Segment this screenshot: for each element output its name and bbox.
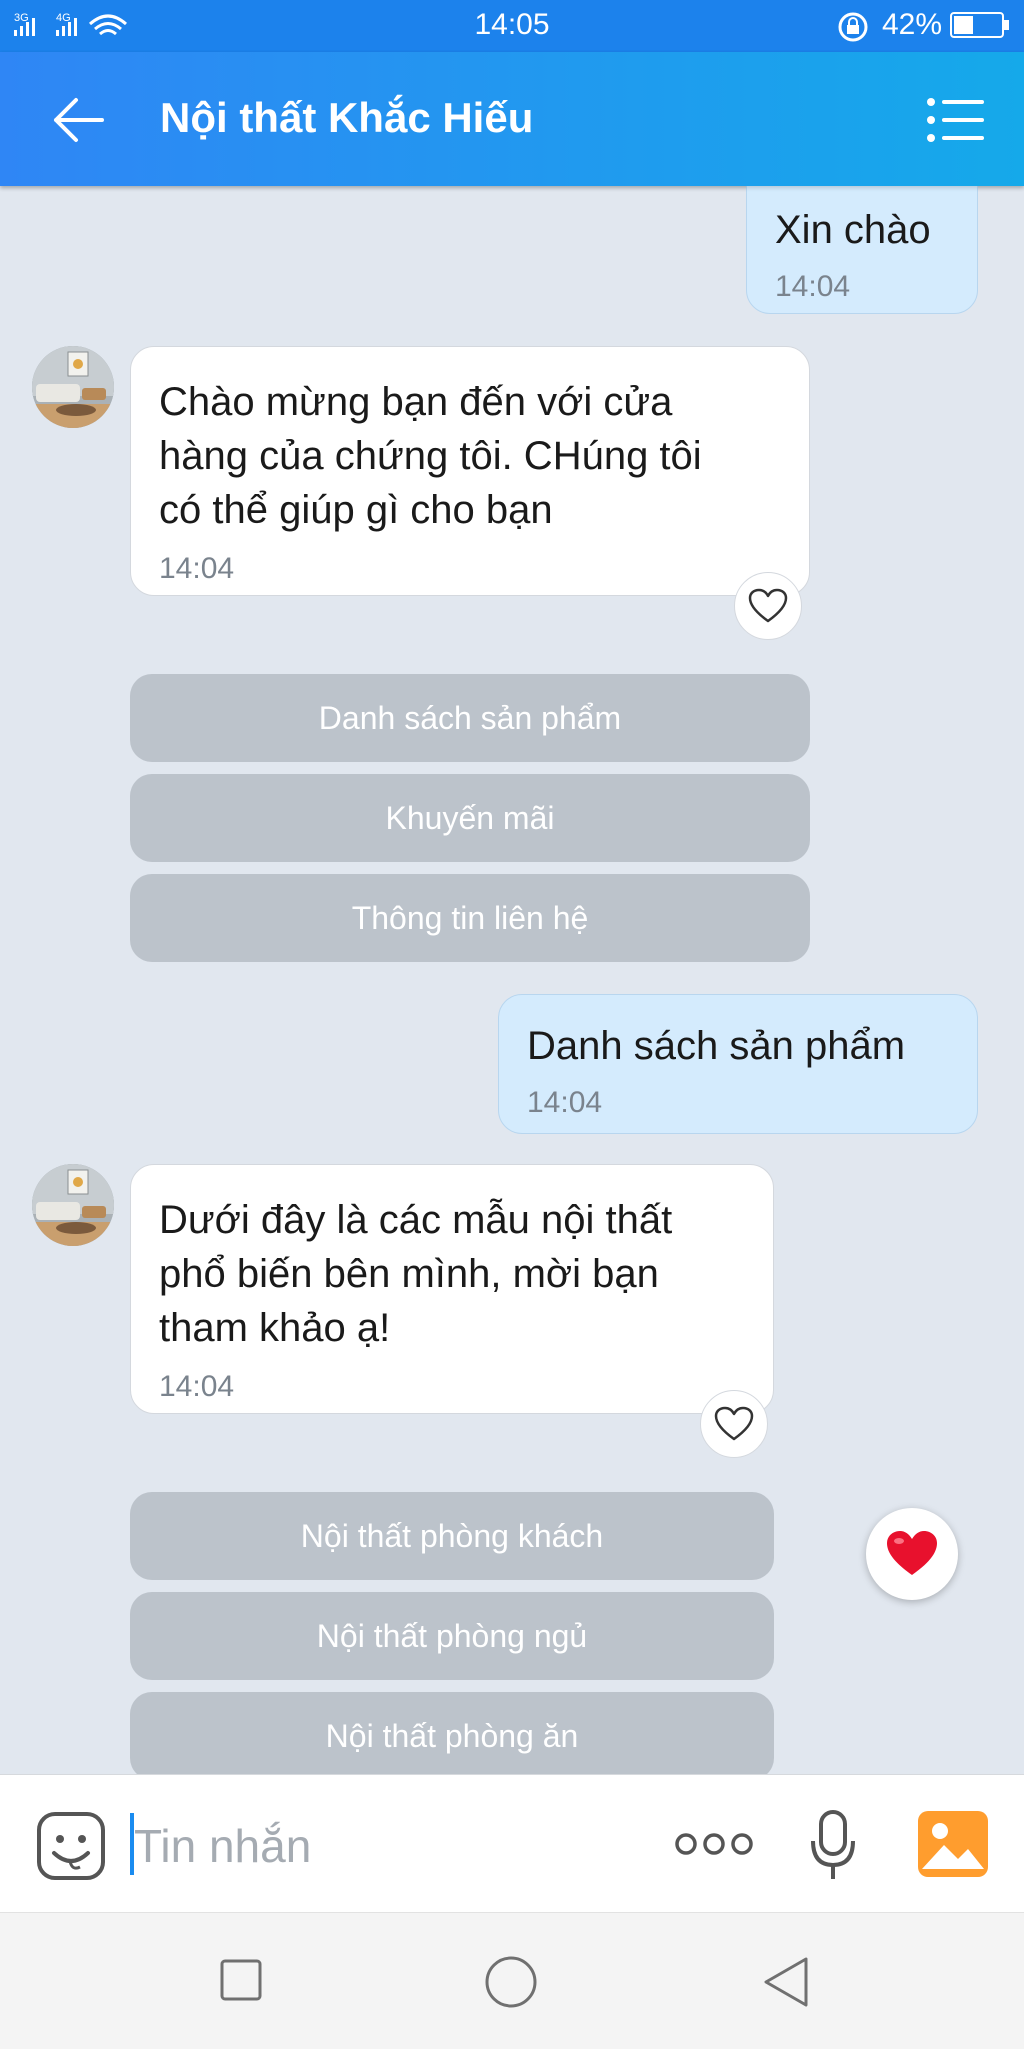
message-outgoing[interactable]: Danh sách sản phẩm 14:04 <box>498 994 978 1134</box>
battery-fill <box>954 16 973 34</box>
quick-reply-button[interactable]: Thông tin liên hệ <box>130 874 810 962</box>
image-gallery-icon[interactable] <box>918 1811 988 1877</box>
list-menu-icon[interactable] <box>926 96 986 144</box>
recent-apps-icon[interactable] <box>220 1959 264 2003</box>
message-incoming[interactable]: Dưới đây là các mẫu nội thất phổ biến bê… <box>130 1164 774 1414</box>
home-icon[interactable] <box>484 1955 538 2009</box>
quick-reply-button[interactable]: Khuyến mãi <box>130 774 810 862</box>
message-composer: Tin nhắn <box>0 1774 1024 1913</box>
rotation-lock-icon <box>838 12 868 42</box>
shop-avatar-image <box>32 1164 114 1246</box>
quick-reply-button[interactable]: Nội thất phòng khách <box>130 1492 774 1580</box>
floating-like-button[interactable] <box>866 1508 958 1600</box>
chat-header-overlay: Nội thất Khắc Hiếu <box>0 52 1024 186</box>
message-text: Xin chào <box>775 208 931 252</box>
sticker-emoji-icon[interactable] <box>36 1811 106 1881</box>
quick-reply-button[interactable]: Nội thất phòng ăn <box>130 1692 774 1780</box>
like-button[interactable] <box>700 1390 768 1458</box>
message-input[interactable]: Tin nhắn <box>134 1819 311 1873</box>
battery-icon <box>950 12 1009 38</box>
shop-avatar-image <box>32 346 114 428</box>
page-title: Nội thất Khắc Hiếu <box>160 94 534 141</box>
battery-percent: 42% <box>881 8 942 41</box>
message-time: 14:04 <box>775 270 851 303</box>
more-options-icon[interactable] <box>674 1831 754 1857</box>
microphone-icon[interactable] <box>808 1809 858 1883</box>
system-navigation-bar <box>0 1912 1024 2049</box>
quick-reply-button[interactable]: Danh sách sản phẩm <box>130 674 810 762</box>
status-bar: 3G 4G 14:05 42% <box>0 0 1024 52</box>
message-time: 14:04 <box>159 552 235 585</box>
message-time: 14:04 <box>527 1086 603 1119</box>
message-text: Dưới đây là các mẫu nội thất phổ biến bê… <box>159 1198 673 1350</box>
like-button[interactable] <box>734 572 802 640</box>
quick-reply-button[interactable]: Nội thất phòng ngủ <box>130 1592 774 1680</box>
message-text: Chào mừng bạn đến với cửa hàng của chứng… <box>159 380 702 532</box>
status-time: 14:05 <box>474 8 550 41</box>
heart-outline-icon <box>714 1406 754 1441</box>
avatar[interactable] <box>32 346 114 428</box>
heart-filled-icon <box>887 1531 937 1575</box>
avatar[interactable] <box>32 1164 114 1246</box>
message-text: Danh sách sản phẩm <box>527 1024 906 1068</box>
message-time: 14:04 <box>159 1370 235 1403</box>
message-incoming[interactable]: Chào mừng bạn đến với cửa hàng của chứng… <box>130 346 810 596</box>
heart-outline-icon <box>748 588 788 623</box>
back-triangle-icon[interactable] <box>762 1955 812 2009</box>
arrow-left-icon[interactable] <box>50 96 106 144</box>
